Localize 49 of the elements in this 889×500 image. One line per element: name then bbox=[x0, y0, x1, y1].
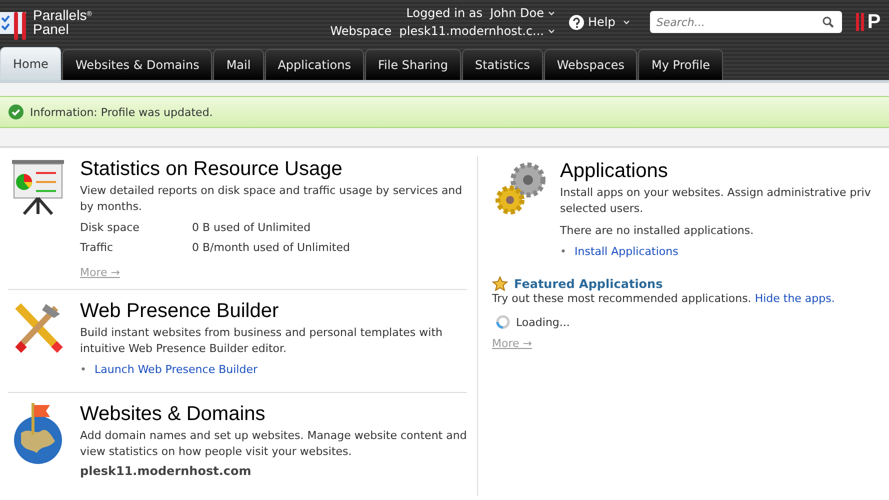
featured-title: Featured Applications bbox=[514, 276, 663, 290]
stat-value: 0 B used of Unlimited bbox=[192, 220, 311, 236]
section-link[interactable]: Install Applications bbox=[574, 245, 678, 258]
nav-tab[interactable]: Home bbox=[0, 47, 62, 80]
domain-name: plesk11.modernhost.com bbox=[80, 464, 252, 478]
status-text: There are no installed applications. bbox=[560, 223, 755, 239]
stat-label: Disk space bbox=[80, 220, 140, 236]
logo-subtitle: Panel bbox=[33, 22, 70, 36]
section-title: Web Presence Builder bbox=[80, 300, 280, 323]
loading-text: Loading... bbox=[516, 316, 570, 328]
globe-with-flag-icon bbox=[11, 403, 65, 465]
stat-label: Traffic bbox=[80, 240, 114, 256]
bullet: • bbox=[80, 363, 86, 376]
help-icon bbox=[569, 14, 584, 30]
caret-icon bbox=[548, 11, 555, 16]
section-description: View detailed reports on disk space and traffic usage by services and by months. bbox=[80, 183, 464, 215]
section-title: Statistics on Resource Usage bbox=[80, 158, 344, 181]
nav-tab[interactable]: Statistics bbox=[462, 49, 543, 80]
section-description: Install apps on your websites. Assign administrative priv bbox=[560, 185, 871, 201]
nav-tab[interactable]: Mail bbox=[213, 49, 264, 80]
user-menu[interactable]: Logged in as John Doe bbox=[406, 4, 555, 22]
star-icon bbox=[492, 276, 508, 291]
caret-icon bbox=[548, 29, 555, 34]
section-title: Websites & Domains bbox=[80, 403, 266, 426]
featured-description: Try out these most recommended applications. Hide the apps. bbox=[492, 291, 836, 307]
stat-value: 0 B/month used of Unlimited bbox=[192, 240, 350, 256]
section-title: Applications bbox=[560, 160, 669, 183]
section-description: Add domain names and set up websites. Manage website content and view statistics on how people visit your websites. bbox=[80, 428, 467, 460]
nav-tab[interactable]: Websites & Domains bbox=[62, 49, 212, 80]
nav-tab[interactable]: File Sharing bbox=[365, 49, 461, 80]
check-icon bbox=[8, 104, 24, 120]
section-description: Build instant websites from business and personal templates with intuitive Web Presence Builder editor. bbox=[80, 325, 444, 357]
presentation-board-icon bbox=[10, 158, 66, 216]
brand-bars-icon bbox=[856, 12, 866, 32]
spinner-icon bbox=[496, 315, 510, 329]
section-link[interactable]: Launch Web Presence Builder bbox=[94, 363, 258, 376]
section-description: selected users. bbox=[560, 201, 644, 217]
hide-apps-link[interactable]: Hide the apps. bbox=[754, 292, 835, 305]
search-icon bbox=[822, 16, 834, 28]
search-field[interactable]: Search... bbox=[650, 11, 842, 33]
webspace-menu[interactable]: Webspace plesk11.modernhost.c... bbox=[330, 22, 555, 40]
bullet: • bbox=[560, 245, 566, 258]
nav-tab[interactable]: Webspaces bbox=[544, 49, 638, 80]
info-message: Information: Profile was updated. bbox=[30, 106, 213, 118]
nav-tab[interactable]: My Profile bbox=[638, 49, 724, 80]
brand-logo-text: P bbox=[867, 10, 881, 34]
help-menu[interactable]: Help bbox=[569, 14, 630, 30]
caret-icon bbox=[623, 20, 630, 24]
nav-tab[interactable]: Applications bbox=[264, 49, 364, 80]
